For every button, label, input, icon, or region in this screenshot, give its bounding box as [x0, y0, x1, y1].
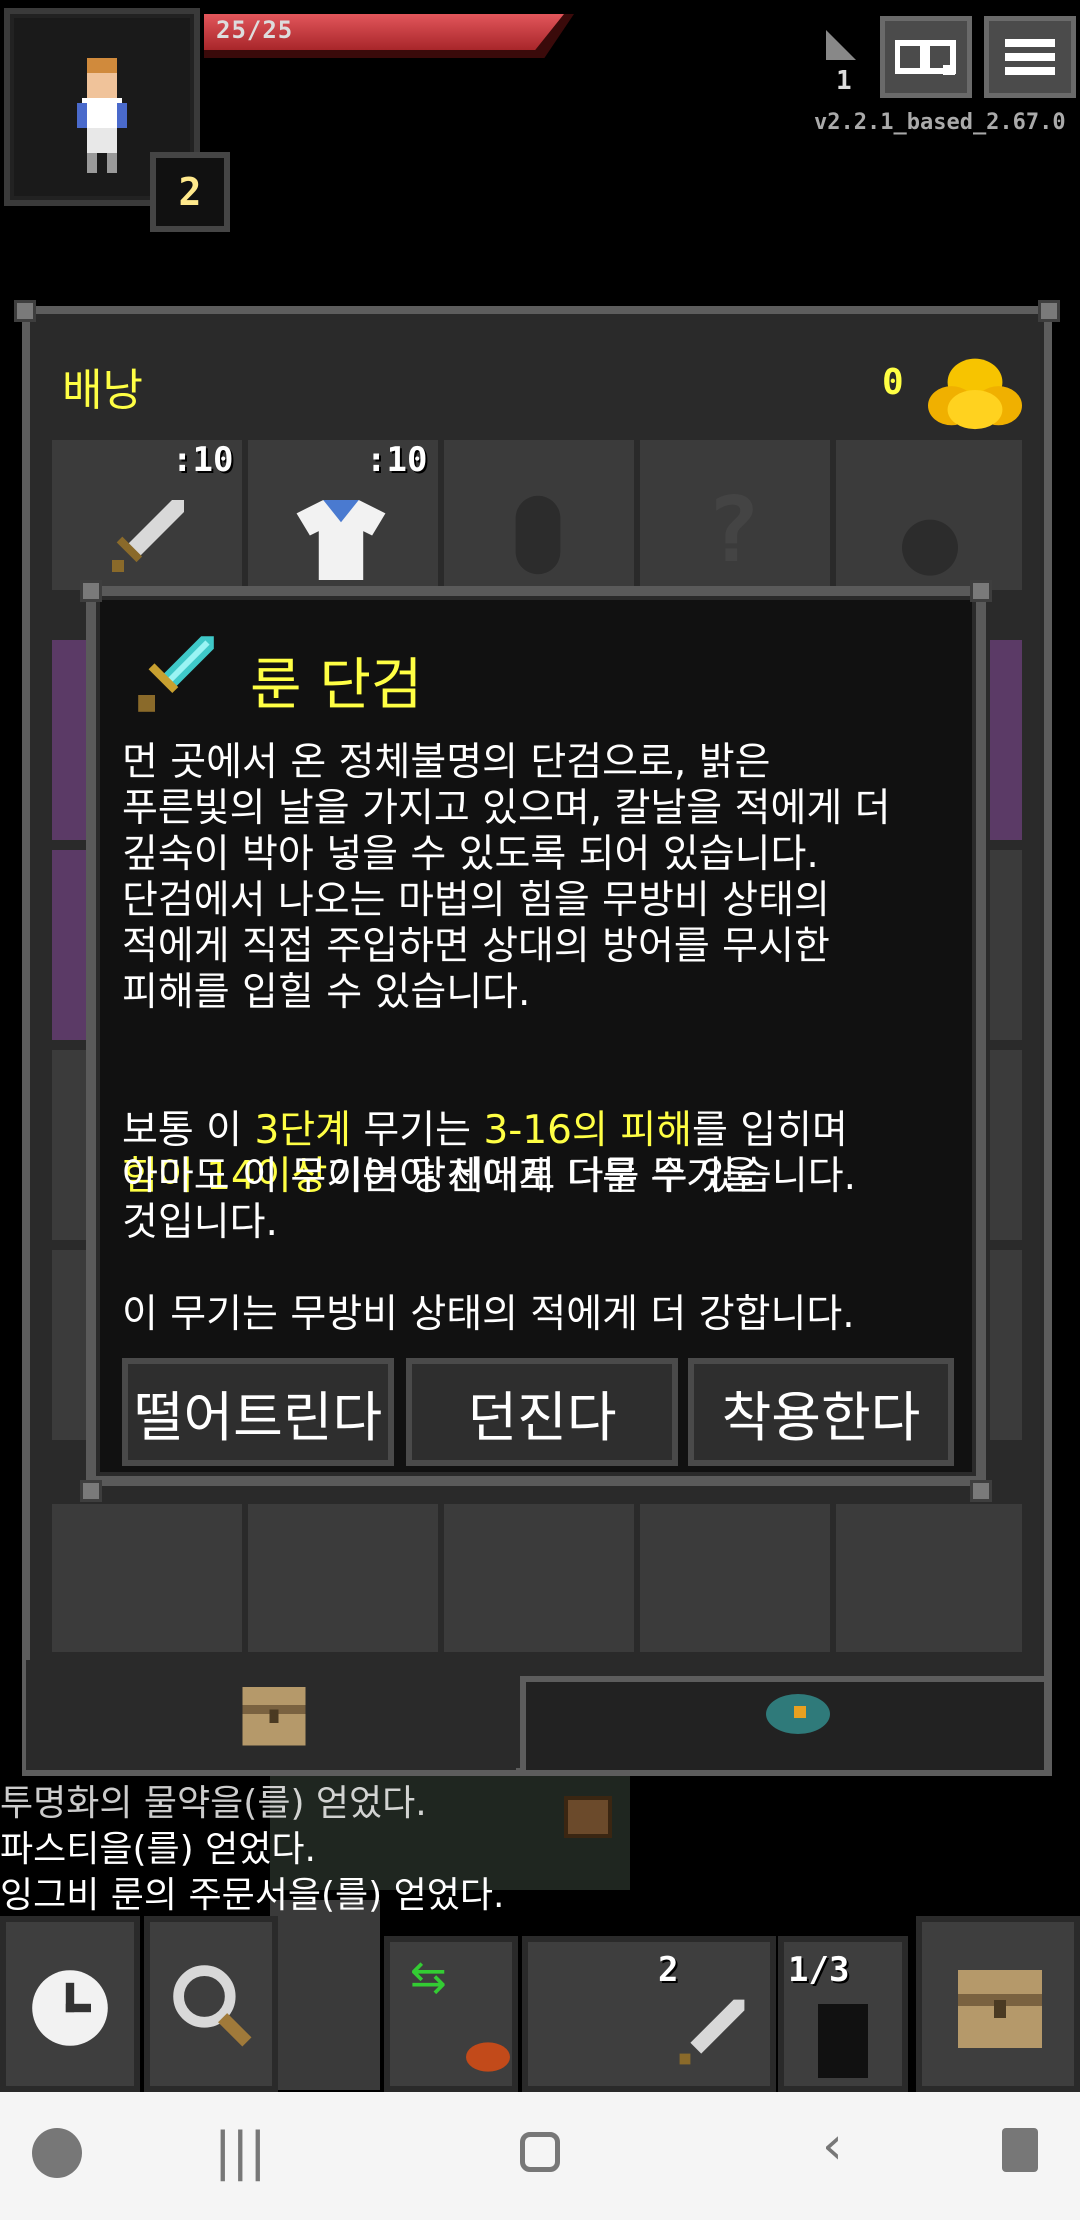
- equip-button[interactable]: 착용한다: [688, 1358, 954, 1466]
- drop-button-label: 떨어트린다: [133, 1385, 383, 1449]
- artifact-slot-icon: [902, 519, 958, 576]
- quickslot-2-count: 1/3: [788, 1950, 850, 1990]
- search-button[interactable]: [144, 1916, 278, 2092]
- game-launcher-icon[interactable]: [32, 2128, 82, 2178]
- slot-weapon-count: :10: [172, 440, 234, 480]
- backpack-title: 배낭: [62, 365, 143, 416]
- window-rivet: [1038, 300, 1060, 322]
- inventory-slot[interactable]: [990, 640, 1022, 840]
- dungeon-wall: [270, 1900, 380, 2090]
- dialog-rivet: [970, 580, 992, 602]
- sword-icon: [112, 500, 184, 572]
- drop-button[interactable]: 떨어트린다: [122, 1358, 394, 1466]
- sword-icon: [679, 1999, 745, 2065]
- backpack-icon: [958, 1970, 1042, 2048]
- inventory-button[interactable]: [916, 1916, 1080, 2092]
- back-icon[interactable]: ‹: [822, 2116, 843, 2176]
- dialog-rivet: [80, 1480, 102, 1502]
- quickslot-2[interactable]: 1/3: [778, 1936, 908, 2092]
- backpack-tab-icon: [242, 1687, 306, 1746]
- meat-icon: [466, 2042, 510, 2072]
- hero-level: 2: [178, 170, 202, 214]
- recent-apps-icon[interactable]: |||: [214, 2122, 267, 2182]
- clock-icon: [32, 1970, 108, 2046]
- hero-sprite: [77, 58, 127, 173]
- quickslot-1-count: 2: [658, 1950, 679, 1990]
- log-line: 투명화의 물약을(를) 얻었다.: [0, 1783, 427, 1824]
- quickslot-1[interactable]: 2: [522, 1936, 776, 2092]
- inventory-slot[interactable]: [990, 1250, 1022, 1440]
- journal-button[interactable]: [880, 16, 972, 98]
- inventory-slot[interactable]: [836, 1504, 1022, 1652]
- inventory-slot[interactable]: [444, 1504, 634, 1652]
- hero-level-badge: 2: [150, 152, 230, 232]
- menu-button[interactable]: [984, 16, 1076, 98]
- seed-pouch-icon: [766, 1694, 830, 1734]
- window-rivet: [14, 300, 36, 322]
- inventory-slot[interactable]: [52, 1504, 242, 1652]
- wait-button[interactable]: [0, 1916, 140, 2092]
- equip-button-label: 착용한다: [721, 1385, 921, 1449]
- inventory-slot[interactable]: [990, 1050, 1022, 1240]
- inventory-slot[interactable]: [640, 1504, 830, 1652]
- gold-count: 0: [882, 362, 904, 403]
- dialog-rivet: [80, 580, 102, 602]
- inventory-slot[interactable]: [248, 1504, 438, 1652]
- version-label: v2.2.1_based_2.67.0: [814, 110, 1066, 135]
- quickslot-swap[interactable]: ⇆: [384, 1936, 518, 2092]
- cloth-armor-icon: [818, 2004, 868, 2078]
- item-weight-warning: 아마도 이 무기는 당신에게 너무 무거울 것입니다.: [122, 1154, 759, 1245]
- item-description: 먼 곳에서 온 정체불명의 단검으로, 밝은 푸른빛의 날을 가지고 있으며, …: [122, 740, 891, 1015]
- swap-icon: ⇆: [410, 1952, 447, 2003]
- dialog-rivet: [970, 1480, 992, 1502]
- depth-number: 1: [836, 66, 852, 96]
- rune-dagger-icon: [138, 636, 214, 712]
- item-info-dialog: [86, 586, 986, 1486]
- log-line: 파스티을(를) 얻었다.: [0, 1829, 316, 1870]
- item-title: 룬 단검: [250, 653, 423, 718]
- throw-button-label: 던진다: [467, 1385, 617, 1449]
- menu-icon: [1005, 39, 1055, 75]
- magnifier-icon: [173, 1965, 252, 2047]
- locked-slot-icon: [515, 495, 561, 575]
- unknown-ring-icon: ?: [706, 478, 761, 583]
- gold-pile-icon: [928, 358, 1022, 430]
- home-icon[interactable]: [520, 2132, 560, 2172]
- armor-icon: [296, 500, 386, 580]
- item-bonus-text: 이 무기는 무방비 상태의 적에게 더 강합니다.: [122, 1292, 855, 1337]
- inventory-slot[interactable]: [990, 850, 1022, 1040]
- hp-text: 25/25: [216, 16, 294, 44]
- log-line: 잉그비 룬의 주문서을(를) 얻었다.: [0, 1875, 505, 1916]
- journal-icon: [895, 40, 956, 75]
- depth-stairs-icon: [826, 30, 856, 60]
- lock-icon[interactable]: [1002, 2128, 1038, 2172]
- treasure-chest-icon: [564, 1796, 612, 1838]
- throw-button[interactable]: 던진다: [406, 1358, 678, 1466]
